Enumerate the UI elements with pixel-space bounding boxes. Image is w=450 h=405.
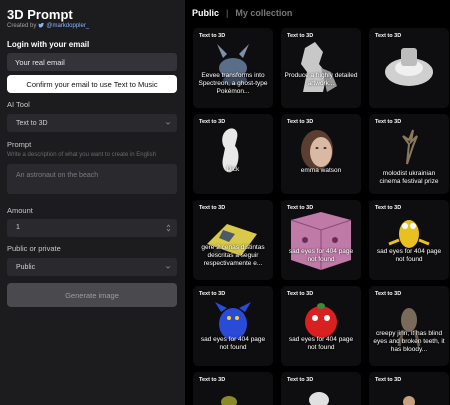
privacy-value: Public — [16, 263, 36, 271]
chevron-down-icon — [165, 266, 171, 269]
ai-tool-value: Text to 3D — [16, 119, 48, 127]
creepy-jinn-thumbnail — [397, 308, 421, 347]
card-tag: Text to 3D — [199, 33, 226, 39]
author-link[interactable]: @markdoppler_ — [46, 23, 89, 29]
yellow-guy-thumbnail — [388, 220, 430, 248]
card-caption: sad eyes for 404 page not found — [288, 336, 354, 351]
tab-separator: | — [226, 8, 229, 18]
ai-tool-select[interactable]: Text to 3D — [7, 114, 177, 132]
login-label: Login with your email — [7, 40, 90, 49]
created-by-label: Created by — [7, 23, 37, 29]
gallery-card[interactable]: Text to 3D Eevee transforms into Spectre… — [193, 28, 273, 108]
card-caption: Dick — [226, 166, 240, 173]
confirm-email-button[interactable]: Confirm your email to use Text to Music — [7, 75, 177, 93]
card-tag: Text to 3D — [287, 119, 314, 125]
gallery-card[interactable]: Text to 3D Produce a highly detailed art… — [281, 28, 361, 108]
card-tag: Text to 3D — [199, 205, 226, 211]
card-caption: sad eyes for 404 page not found — [376, 248, 442, 263]
prompt-label: Prompt — [7, 140, 32, 149]
gallery-card[interactable]: Text to 3D sad eyes for 404 page not fou… — [193, 286, 273, 366]
card-tag: Text to 3D — [375, 205, 402, 211]
ring-thumbnail — [385, 48, 433, 86]
gallery-card[interactable]: Text to 3D — [281, 372, 361, 405]
tab-my-collection[interactable]: My collection — [235, 8, 292, 18]
prompt-hint: Write a description of what you want to … — [7, 152, 156, 158]
card-caption: Eevee transforms into Spectreon, a ghost… — [198, 72, 268, 95]
pink-cube-thumbnail — [290, 212, 352, 270]
eevee-thumbnail — [217, 44, 249, 85]
card-caption: molodist ukrainian cinema festival prize — [379, 170, 439, 185]
card-tag: Text to 3D — [199, 119, 226, 125]
face-thumbnail — [301, 130, 333, 170]
amount-input[interactable]: 1 — [7, 219, 177, 237]
gallery-card[interactable]: Text to 3D sad eyes for 404 page not fou… — [369, 200, 449, 280]
gallery-card[interactable]: Text to 3D molodist ukrainian cinema fes… — [369, 114, 449, 194]
card-caption: emma watson — [300, 167, 342, 174]
privacy-select[interactable]: Public — [7, 258, 177, 276]
ai-tool-label: AI Tool — [7, 100, 30, 109]
card-tag: Text to 3D — [199, 291, 226, 297]
gallery-card[interactable]: Text to 3D creepy jinn, it has blind eye… — [369, 286, 449, 366]
card-tag: Text to 3D — [375, 33, 402, 39]
card-tag: Text to 3D — [375, 291, 402, 297]
gallery-tabs: Public | My collection — [192, 8, 292, 18]
gallery-card[interactable]: Text to 3D emma watson — [281, 114, 361, 194]
chevron-down-icon — [165, 122, 171, 125]
card-tag: Text to 3D — [287, 205, 314, 211]
generate-image-button[interactable]: Generate image — [7, 283, 177, 307]
prompt-textarea[interactable]: An astronaut on the beach — [7, 164, 177, 194]
gallery-card[interactable]: Text to 3D — [369, 28, 449, 108]
card-tag: Text to 3D — [199, 377, 226, 383]
app-title: 3D Prompt — [7, 7, 73, 22]
car-thumbnail — [207, 224, 257, 256]
amount-label: Amount — [7, 206, 33, 215]
card-caption: sad eyes for 404 page not found — [200, 336, 266, 351]
card-tag: Text to 3D — [287, 377, 314, 383]
form-panel: 3D Prompt Created by @markdoppler_ Login… — [0, 0, 185, 405]
blue-bird-thumbnail — [215, 302, 251, 340]
card-tag: Text to 3D — [375, 119, 402, 125]
statue-thumbnail — [301, 42, 337, 92]
email-input[interactable] — [7, 53, 177, 71]
card-tag: Text to 3D — [287, 291, 314, 297]
gallery-card[interactable]: Text to 3D — [369, 372, 449, 405]
gallery-card[interactable]: Text to 3D — [193, 372, 273, 405]
privacy-label: Public or private — [7, 244, 61, 253]
gallery-card[interactable]: Text to 3D Dick — [193, 114, 273, 194]
stepper-arrows-icon[interactable] — [166, 223, 171, 233]
red-ball-thumbnail — [305, 303, 337, 338]
gallery-card[interactable]: Text to 3D sad eyes for 404 page not fou… — [281, 286, 361, 366]
tab-public[interactable]: Public — [192, 8, 219, 18]
card-tag: Text to 3D — [375, 377, 402, 383]
created-by: Created by @markdoppler_ — [7, 23, 89, 29]
twitter-bird-icon — [38, 23, 45, 28]
card-caption: Produce a highly detailed artwork... — [284, 72, 358, 87]
gallery-card[interactable]: Text to 3D gere 2 cenas distintas descri… — [193, 200, 273, 280]
amount-value: 1 — [16, 224, 20, 231]
white-figure-thumbnail — [222, 128, 239, 173]
card-caption: sad eyes for 404 page not found — [288, 248, 354, 263]
card-caption: gere 2 cenas distintas descritas a segui… — [201, 244, 265, 267]
card-tag: Text to 3D — [287, 33, 314, 39]
card-caption: creepy jinn, it has blind eyes and broke… — [373, 330, 445, 353]
gallery-card[interactable]: Text to 3D sad eyes for 404 page not fou… — [281, 200, 361, 280]
